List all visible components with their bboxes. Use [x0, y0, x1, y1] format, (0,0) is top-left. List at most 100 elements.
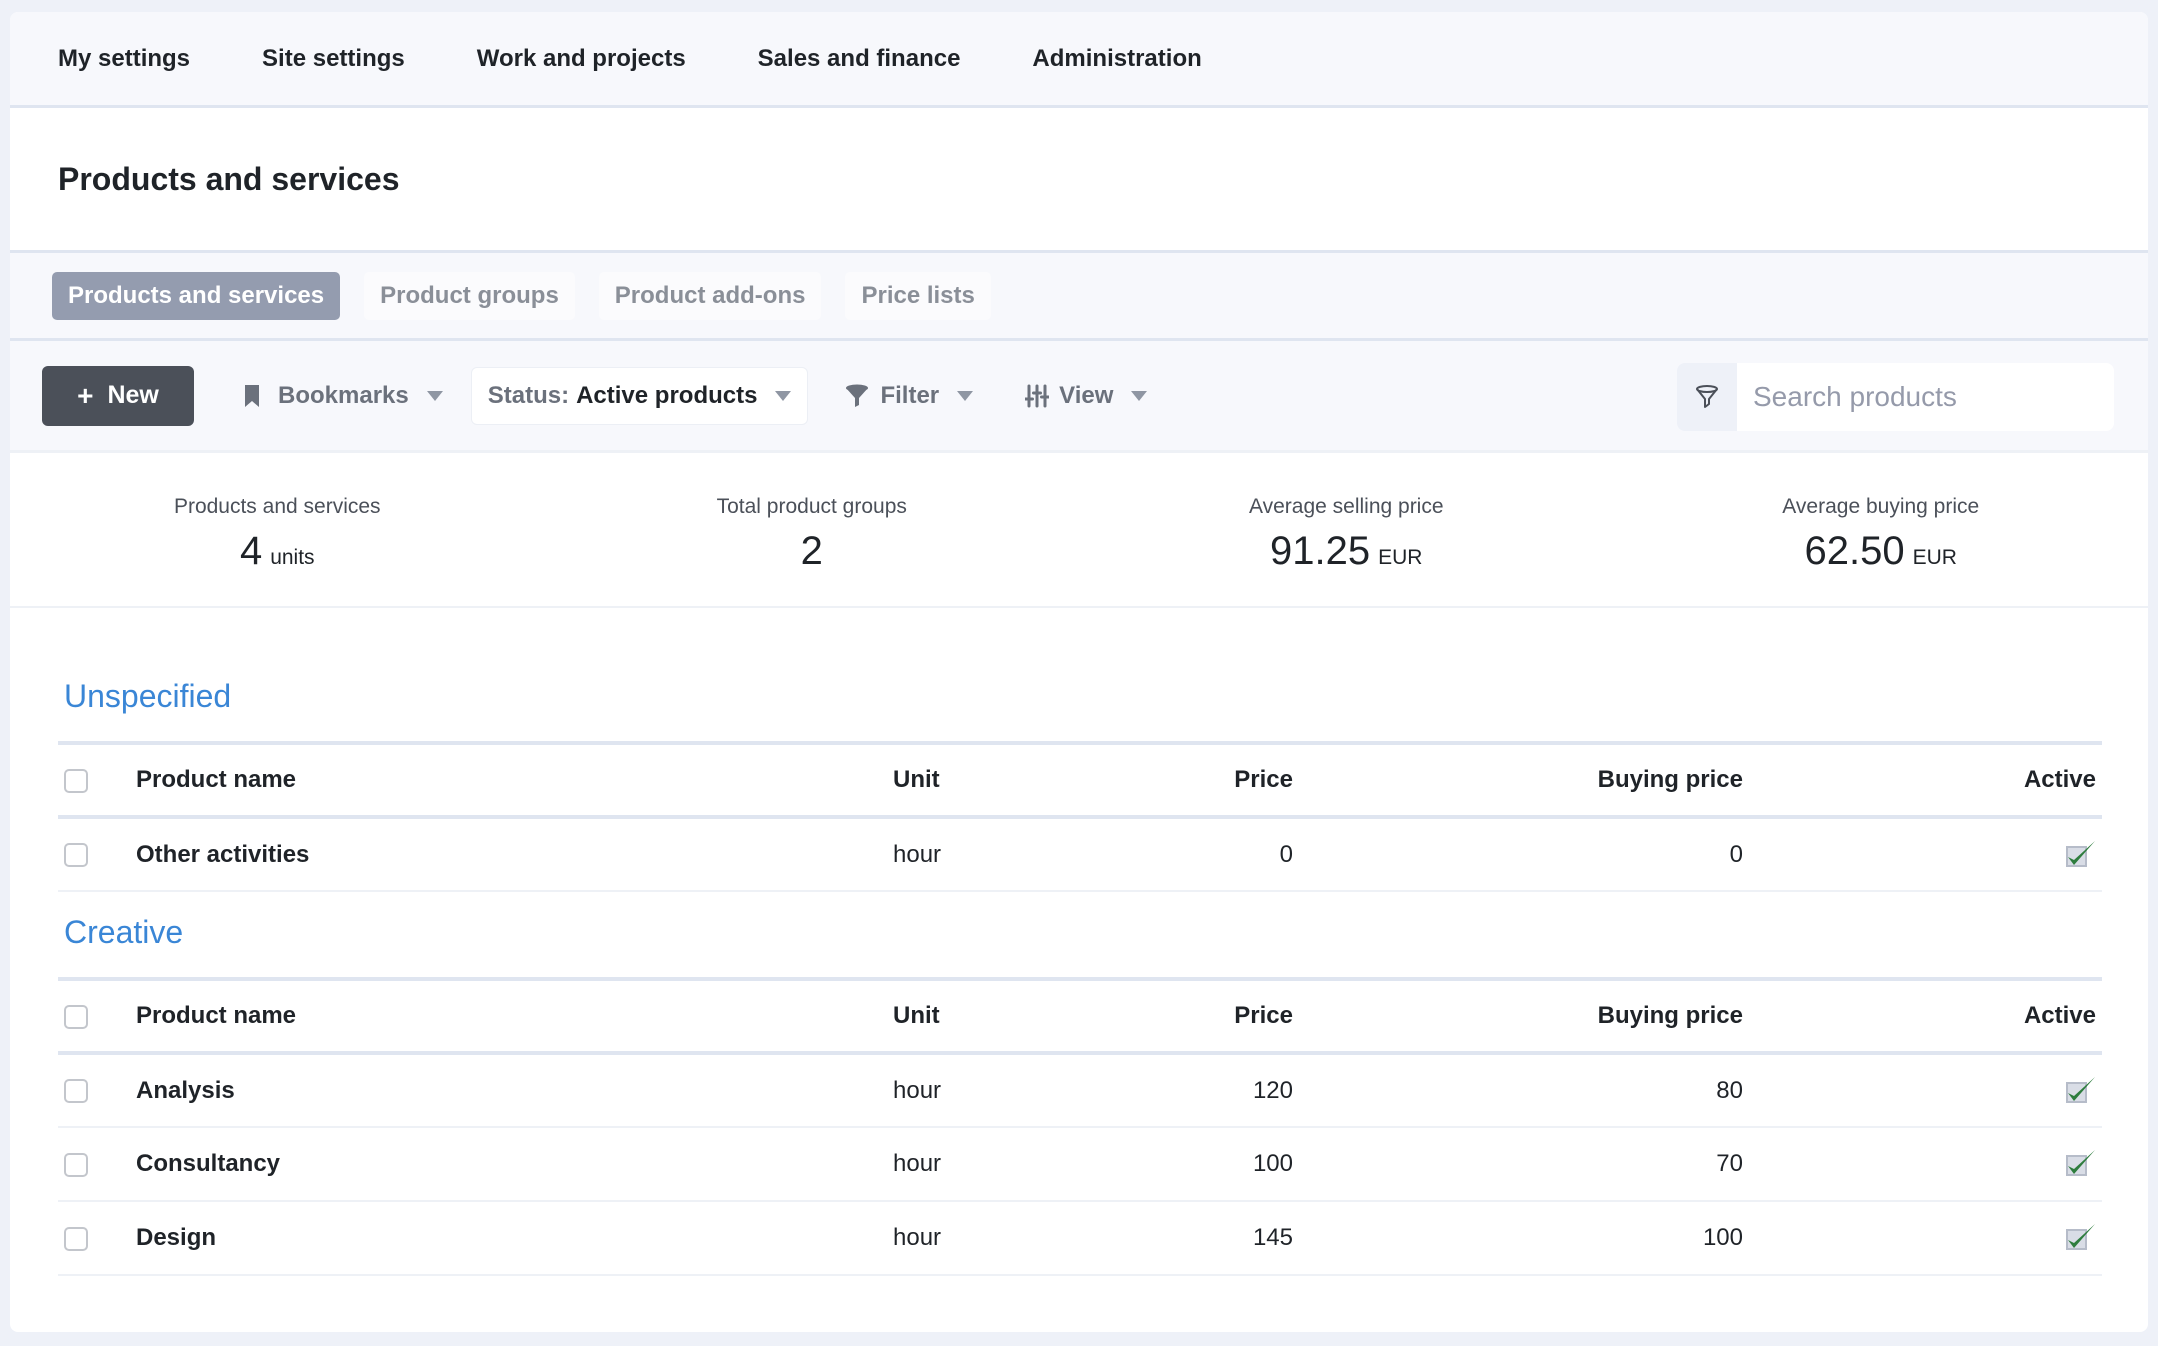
status-select-value: Active products: [576, 381, 758, 409]
column-unit[interactable]: Unit: [893, 743, 1093, 817]
product-name[interactable]: Consultancy: [136, 1127, 893, 1201]
product-unit: hour: [893, 1150, 942, 1177]
group-title-unspecified[interactable]: Unspecified: [58, 678, 2102, 715]
filter-label: Filter: [880, 381, 940, 409]
stat-products-count: Products and services 4 units: [10, 453, 545, 606]
products-table-creative: Product name Unit Price Buying price Act…: [58, 977, 2102, 1276]
column-price[interactable]: Price: [1093, 743, 1293, 817]
select-all-checkbox[interactable]: [64, 1004, 88, 1029]
new-button[interactable]: + New: [42, 365, 194, 426]
stat-value: 62.50: [1804, 529, 1905, 573]
product-buying-price: 80: [1716, 1076, 1743, 1104]
stat-average-buying-price: Average buying price 62.50 EUR: [1614, 453, 2149, 606]
stat-label: Average buying price: [1782, 495, 1980, 518]
table-row[interactable]: Analysis hour 120 80: [58, 1053, 2102, 1127]
table-row[interactable]: Other activities hour 0 0: [58, 817, 2102, 891]
tab-products-and-services[interactable]: Products and services: [52, 271, 341, 320]
group-title-creative[interactable]: Creative: [58, 914, 2102, 951]
filter-dropdown[interactable]: Filter: [844, 381, 974, 410]
stat-value: 4: [239, 529, 263, 573]
search-box: [1677, 363, 2114, 431]
stat-label: Average selling price: [1248, 495, 1444, 518]
stat-label: Products and services: [173, 495, 381, 518]
status-select-prefix: Status:: [487, 381, 570, 409]
active-check-icon: [2066, 1224, 2095, 1250]
column-active[interactable]: Active: [1743, 979, 2102, 1053]
chevron-down-icon: [775, 390, 792, 401]
new-button-label: New: [107, 381, 159, 409]
column-product-name[interactable]: Product name: [136, 743, 893, 817]
bookmarks-dropdown[interactable]: Bookmarks: [244, 382, 443, 410]
tab-product-groups[interactable]: Product groups: [364, 271, 575, 320]
active-check-icon: [2066, 1150, 2095, 1176]
page-title: Products and services: [58, 160, 400, 197]
product-buying-price: 0: [1729, 840, 1743, 868]
bookmarks-label: Bookmarks: [278, 381, 409, 409]
tab-product-add-ons[interactable]: Product add-ons: [598, 271, 822, 320]
stat-value-row: 62.50 EUR: [1805, 529, 1957, 574]
product-price: 0: [1279, 840, 1293, 868]
view-dropdown[interactable]: View: [1025, 381, 1148, 410]
nav-administration[interactable]: Administration: [1032, 45, 1201, 73]
stat-average-selling-price: Average selling price 91.25 EUR: [1079, 453, 1614, 606]
row-checkbox[interactable]: [64, 1152, 88, 1177]
status-select[interactable]: Status: Active products: [470, 366, 809, 425]
column-active[interactable]: Active: [1743, 743, 2102, 817]
table-header-row: Product name Unit Price Buying price Act…: [58, 743, 2102, 817]
nav-my-settings[interactable]: My settings: [58, 45, 190, 73]
stat-unit: EUR: [1912, 546, 1957, 569]
main-card: My settings Site settings Work and proje…: [10, 12, 2148, 1332]
toolbar: + New Bookmarks Status: Active products …: [10, 341, 2148, 453]
search-filter-button[interactable]: [1677, 363, 1737, 431]
product-price: 100: [1252, 1150, 1293, 1177]
select-all-checkbox[interactable]: [64, 768, 88, 793]
stat-unit: units: [270, 546, 315, 569]
product-name[interactable]: Other activities: [136, 817, 893, 891]
product-buying-price: 100: [1702, 1224, 1743, 1251]
column-unit[interactable]: Unit: [893, 979, 1093, 1053]
column-product-name[interactable]: Product name: [136, 979, 893, 1053]
product-unit: hour: [893, 1076, 942, 1104]
table-header-row: Product name Unit Price Buying price Act…: [58, 979, 2102, 1053]
nav-work-and-projects[interactable]: Work and projects: [477, 45, 686, 73]
stat-value-row: 91.25 EUR: [1270, 529, 1422, 574]
funnel-icon: [846, 384, 869, 407]
stat-product-groups: Total product groups 2: [545, 453, 1080, 606]
stat-value: 91.25: [1270, 529, 1371, 573]
table-row[interactable]: Consultancy hour 100 70: [58, 1127, 2102, 1201]
stat-unit: EUR: [1378, 546, 1423, 569]
product-price: 120: [1252, 1076, 1293, 1104]
column-buying-price[interactable]: Buying price: [1293, 743, 1743, 817]
product-unit: hour: [893, 1224, 942, 1251]
product-name[interactable]: Analysis: [136, 1053, 893, 1127]
active-check-icon: [2066, 1076, 2095, 1103]
tab-bar: Products and services Product groups Pro…: [10, 253, 2148, 341]
top-navigation: My settings Site settings Work and proje…: [10, 12, 2148, 108]
funnel-outline-icon: [1696, 385, 1718, 408]
sliders-icon: [1025, 384, 1050, 407]
row-checkbox[interactable]: [64, 843, 88, 868]
summary-stats: Products and services 4 units Total produ…: [10, 453, 2148, 608]
column-buying-price[interactable]: Buying price: [1293, 979, 1743, 1053]
stat-value-row: 2: [801, 529, 823, 574]
row-checkbox[interactable]: [64, 1226, 88, 1251]
product-price: 145: [1252, 1224, 1293, 1251]
tab-price-lists[interactable]: Price lists: [845, 271, 991, 320]
nav-site-settings[interactable]: Site settings: [262, 45, 405, 73]
view-label: View: [1059, 381, 1114, 409]
product-groups-content: Unspecified Product name Unit Price Buyi…: [10, 678, 2148, 1276]
chevron-down-icon: [1131, 390, 1148, 401]
row-checkbox[interactable]: [64, 1079, 88, 1104]
stat-value-row: 4 units: [240, 529, 315, 574]
nav-sales-and-finance[interactable]: Sales and finance: [758, 45, 961, 73]
stat-label: Total product groups: [716, 495, 907, 518]
product-name[interactable]: Design: [136, 1201, 893, 1275]
search-input[interactable]: [1737, 363, 2114, 431]
product-buying-price: 70: [1716, 1150, 1743, 1177]
page-header: Products and services: [10, 108, 2148, 253]
products-table-unspecified: Product name Unit Price Buying price Act…: [58, 741, 2102, 892]
table-row[interactable]: Design hour 145 100: [58, 1201, 2102, 1275]
chevron-down-icon: [957, 390, 974, 401]
column-price[interactable]: Price: [1093, 979, 1293, 1053]
chevron-down-icon: [426, 390, 443, 401]
